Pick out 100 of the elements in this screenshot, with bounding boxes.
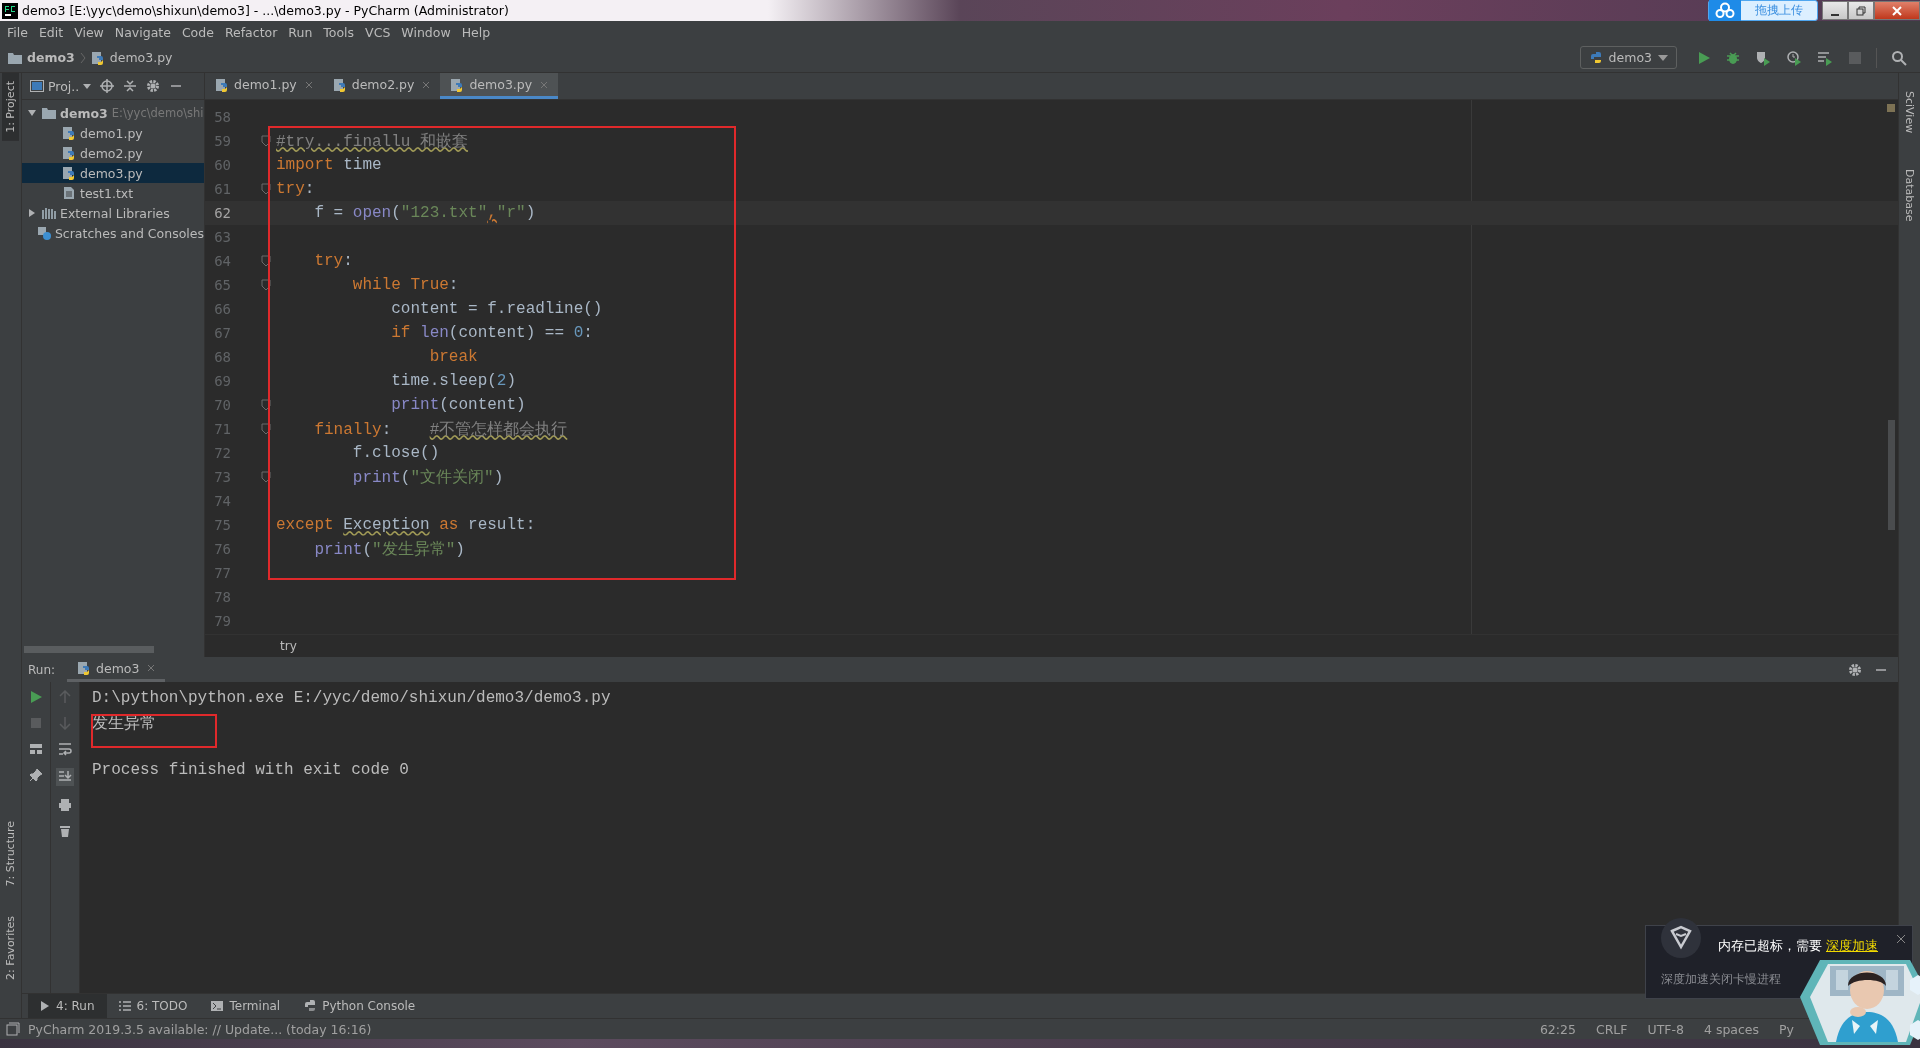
menu-item[interactable]: File: [2, 24, 34, 40]
python-file-icon: [450, 77, 465, 92]
editor-tab[interactable]: demo1.py: [205, 73, 323, 99]
line-number: 77: [213, 565, 231, 581]
tool-window-tab[interactable]: 2: Favorites: [2, 908, 19, 988]
editor-tab[interactable]: demo2.py: [322, 73, 441, 99]
fold-marker-icon[interactable]: [261, 135, 271, 147]
status-item[interactable]: CRLF: [1589, 1021, 1634, 1037]
minimize-button[interactable]: [1822, 1, 1848, 20]
line-number: 66: [213, 301, 231, 317]
fold-marker-icon[interactable]: [261, 183, 271, 195]
print-icon[interactable]: [58, 798, 72, 812]
scroll-to-end-icon[interactable]: [56, 768, 74, 786]
python-file-icon: [215, 77, 229, 92]
fold-marker-icon[interactable]: [261, 399, 271, 411]
breadcrumb[interactable]: demo3: [27, 50, 75, 65]
tree-item[interactable]: demo3.py: [22, 163, 204, 183]
code-line: import time: [276, 156, 382, 174]
minimize-icon: [1831, 13, 1839, 16]
menu-item[interactable]: Window: [396, 24, 457, 40]
tree-item[interactable]: Scratches and Consoles: [22, 223, 204, 243]
profile-icon[interactable]: [1786, 49, 1802, 66]
coverage-icon[interactable]: [1755, 49, 1771, 66]
tree-item[interactable]: test1.txt: [22, 183, 204, 203]
tool-window-tab[interactable]: Database: [1901, 161, 1918, 230]
code-line: while True:: [351, 276, 459, 294]
breadcrumb[interactable]: demo3.py: [109, 50, 173, 65]
soft-wrap-icon[interactable]: [58, 742, 72, 756]
menu-item[interactable]: Run: [283, 24, 319, 40]
rerun-icon[interactable]: [29, 690, 43, 704]
menu-item[interactable]: Navigate: [109, 24, 177, 40]
menu-item[interactable]: Refactor: [219, 24, 284, 40]
code-line: time.sleep(2): [390, 372, 517, 390]
concurrency-icon[interactable]: [1817, 49, 1833, 66]
python-icon: [304, 1000, 317, 1012]
status-item[interactable]: 62:25: [1533, 1021, 1582, 1037]
fold-marker-icon[interactable]: [261, 471, 271, 483]
restore-button[interactable]: [1848, 1, 1874, 20]
menu-item[interactable]: Tools: [318, 24, 361, 40]
scrollbar[interactable]: [24, 646, 154, 653]
upload-button[interactable]: 拖拽上传: [1708, 0, 1818, 21]
play-icon: [40, 1001, 50, 1011]
editor-tab[interactable]: demo3.py: [440, 73, 559, 99]
run-configuration-dropdown[interactable]: demo3: [1579, 46, 1677, 69]
status-message[interactable]: PyCharm 2019.3.5 available: // Update... (today 16:16): [28, 1021, 372, 1037]
debug-bug-icon[interactable]: [1726, 50, 1740, 65]
tool-window-tab[interactable]: 1: Project: [2, 73, 19, 141]
menu-item[interactable]: View: [69, 24, 110, 40]
scratch-icon: [36, 226, 51, 240]
code-line: f.close(): [351, 444, 440, 462]
run-icon[interactable]: [1697, 50, 1711, 65]
fold-marker-icon[interactable]: [261, 255, 271, 267]
close-icon[interactable]: [304, 80, 313, 89]
tool-window-tab[interactable]: 6: TODO: [106, 994, 200, 1018]
locate-icon[interactable]: [100, 79, 115, 93]
tree-item[interactable]: demo2.py: [22, 143, 204, 163]
close-button[interactable]: [1874, 1, 1920, 20]
collapse-all-icon[interactable]: [123, 79, 138, 93]
tool-window-tab[interactable]: 4: Run: [28, 994, 107, 1018]
scrollbar[interactable]: [1888, 420, 1895, 530]
menu-item[interactable]: Code: [176, 24, 220, 40]
code-line: print("文件关闭"): [351, 467, 504, 488]
menu-item[interactable]: VCS: [360, 24, 397, 40]
search-icon[interactable]: [1891, 49, 1907, 66]
code-line: break: [428, 348, 478, 366]
menu-item[interactable]: Edit: [33, 24, 70, 40]
panel-toggle-icon[interactable]: [6, 1022, 20, 1036]
close-icon[interactable]: [147, 664, 156, 672]
line-number: 59: [213, 133, 231, 149]
tool-window-tab[interactable]: SciView: [1901, 83, 1918, 142]
close-icon[interactable]: [422, 80, 431, 89]
tool-window-tab[interactable]: Python Console: [292, 994, 428, 1018]
pin-icon[interactable]: [29, 768, 43, 782]
status-item[interactable]: Py: [1773, 1021, 1800, 1037]
python-file-icon: [62, 166, 76, 180]
settings-icon[interactable]: [146, 79, 161, 93]
close-icon[interactable]: [1896, 934, 1906, 944]
fold-marker-icon[interactable]: [261, 279, 271, 291]
tree-item[interactable]: demo3 E:\yyc\demo\shi: [22, 103, 204, 123]
tool-window-tab[interactable]: Terminal: [199, 994, 293, 1018]
shield-icon: [1661, 918, 1701, 958]
breadcrumb[interactable]: try: [280, 639, 297, 653]
tree-item[interactable]: External Libraries: [22, 203, 204, 223]
trash-icon[interactable]: [58, 824, 72, 838]
project-view-dropdown[interactable]: Proj..: [30, 78, 92, 94]
tree-item[interactable]: demo1.py: [22, 123, 204, 143]
dropdown-arrow-icon: [1658, 54, 1668, 61]
status-item[interactable]: 4 spaces: [1697, 1021, 1766, 1037]
status-item[interactable]: UTF-8: [1641, 1021, 1690, 1037]
tool-window-tab[interactable]: 7: Structure: [2, 812, 19, 895]
notification-message: 内存已超标，需要 深度加速: [1718, 938, 1878, 955]
layout-icon[interactable]: [29, 742, 43, 756]
fold-marker-icon[interactable]: [261, 423, 271, 435]
settings-icon[interactable]: [1848, 662, 1862, 677]
menu-item[interactable]: Help: [456, 24, 497, 40]
code-line: try:: [276, 180, 315, 198]
chevron-icon: [79, 51, 86, 64]
run-tab[interactable]: demo3: [67, 657, 166, 682]
line-number: 63: [213, 229, 231, 245]
line-number: 60: [213, 157, 231, 173]
